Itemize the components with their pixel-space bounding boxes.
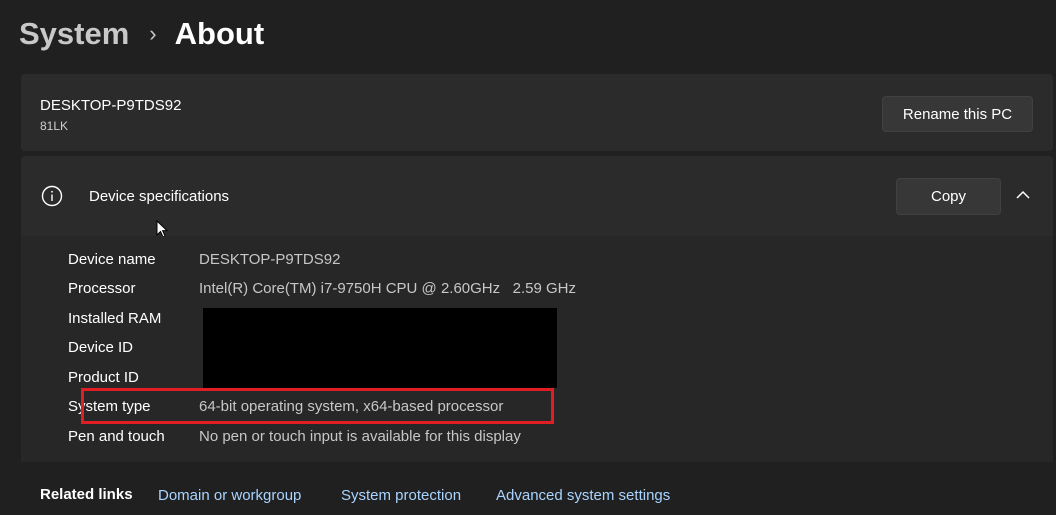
spec-label: Processor bbox=[68, 279, 136, 297]
system-protection-link[interactable]: System protection bbox=[341, 487, 461, 504]
spec-row-pen-and-touch: Pen and touch No pen or touch input is a… bbox=[68, 425, 521, 447]
spec-label: Device ID bbox=[68, 338, 134, 356]
spec-row-installed-ram: Installed RAM bbox=[68, 307, 199, 329]
advanced-system-settings-link[interactable]: Advanced system settings bbox=[496, 487, 670, 504]
rename-pc-button[interactable]: Rename this PC bbox=[882, 96, 1033, 132]
spec-label: Pen and touch bbox=[68, 427, 165, 445]
system-type-highlight bbox=[81, 388, 554, 424]
breadcrumb-chevron-icon: › bbox=[149, 21, 157, 46]
domain-or-workgroup-link[interactable]: Domain or workgroup bbox=[158, 487, 301, 504]
page-title: About bbox=[174, 16, 265, 51]
related-links-bar: Related links Domain or workgroup System… bbox=[21, 466, 1053, 515]
spec-label: Device name bbox=[68, 250, 156, 268]
spec-row-device-name: Device name DESKTOP-P9TDS92 bbox=[68, 248, 340, 270]
spec-row-processor: Processor Intel(R) Core(TM) i7-9750H CPU… bbox=[68, 277, 576, 299]
spec-row-device-id: Device ID bbox=[68, 336, 199, 358]
pc-name-card: DESKTOP-P9TDS92 81LK Rename this PC bbox=[21, 74, 1053, 151]
settings-about-page: System › About DESKTOP-P9TDS92 81LK Rena… bbox=[0, 0, 1056, 515]
device-specifications-title: Device specifications bbox=[89, 188, 230, 205]
spec-row-product-id: Product ID bbox=[68, 366, 199, 388]
spec-value: No pen or touch input is available for t… bbox=[199, 427, 521, 445]
spec-label: Installed RAM bbox=[68, 309, 162, 327]
spec-label: Product ID bbox=[68, 368, 139, 386]
pc-name: DESKTOP-P9TDS92 bbox=[40, 97, 182, 114]
spec-value: Intel(R) Core(TM) i7-9750H CPU @ 2.60GHz… bbox=[199, 279, 576, 297]
breadcrumb: System › About bbox=[19, 12, 264, 56]
device-specifications-header[interactable]: Device specifications Copy bbox=[21, 156, 1053, 238]
pc-model: 81LK bbox=[40, 119, 69, 133]
related-links-label: Related links bbox=[40, 486, 133, 503]
redaction-box bbox=[203, 308, 557, 388]
chevron-up-icon[interactable] bbox=[1014, 186, 1032, 204]
info-icon bbox=[41, 185, 63, 207]
breadcrumb-system[interactable]: System bbox=[19, 16, 129, 52]
spec-value: DESKTOP-P9TDS92 bbox=[199, 250, 341, 268]
copy-button[interactable]: Copy bbox=[896, 178, 1001, 215]
